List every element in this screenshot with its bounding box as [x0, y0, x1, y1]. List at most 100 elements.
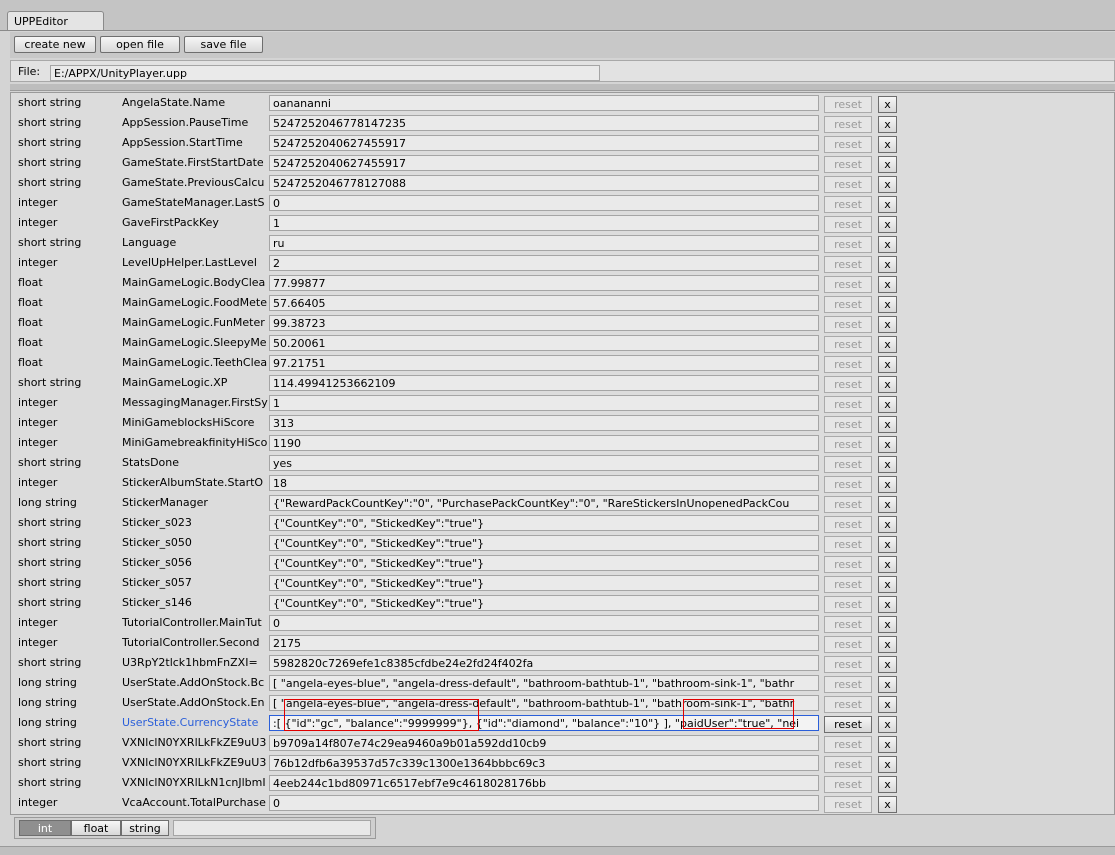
- row-value-input[interactable]: 5982820c7269efe1c8385cfdbe24e2fd24f402fa: [269, 655, 819, 671]
- row-value-input[interactable]: 0: [269, 795, 819, 811]
- create-new-button[interactable]: create new: [14, 36, 96, 53]
- reset-button[interactable]: reset: [824, 256, 872, 273]
- reset-button[interactable]: reset: [824, 656, 872, 673]
- delete-button[interactable]: x: [878, 616, 897, 633]
- reset-button[interactable]: reset: [824, 96, 872, 113]
- delete-button[interactable]: x: [878, 696, 897, 713]
- new-key-input[interactable]: [173, 820, 371, 836]
- row-value-input[interactable]: 313: [269, 415, 819, 431]
- row-value-input[interactable]: 5247252046778147235: [269, 115, 819, 131]
- row-value-input[interactable]: {"CountKey":"0", "StickedKey":"true"}: [269, 515, 819, 531]
- open-file-button[interactable]: open file: [100, 36, 180, 53]
- horizontal-scrollbar[interactable]: [10, 84, 1115, 91]
- reset-button[interactable]: reset: [824, 216, 872, 233]
- reset-button[interactable]: reset: [824, 156, 872, 173]
- delete-button[interactable]: x: [878, 456, 897, 473]
- delete-button[interactable]: x: [878, 276, 897, 293]
- row-value-input[interactable]: 1190: [269, 435, 819, 451]
- delete-button[interactable]: x: [878, 496, 897, 513]
- delete-button[interactable]: x: [878, 716, 897, 733]
- row-value-input[interactable]: 77.99877: [269, 275, 819, 291]
- type-option-string[interactable]: string: [121, 820, 169, 836]
- row-value-input[interactable]: {"CountKey":"0", "StickedKey":"true"}: [269, 555, 819, 571]
- row-value-input[interactable]: 2: [269, 255, 819, 271]
- reset-button[interactable]: reset: [824, 776, 872, 793]
- delete-button[interactable]: x: [878, 296, 897, 313]
- row-value-input[interactable]: oanananni: [269, 95, 819, 111]
- delete-button[interactable]: x: [878, 396, 897, 413]
- row-value-input[interactable]: 97.21751: [269, 355, 819, 371]
- delete-button[interactable]: x: [878, 576, 897, 593]
- delete-button[interactable]: x: [878, 796, 897, 813]
- reset-button[interactable]: reset: [824, 476, 872, 493]
- row-value-input[interactable]: 0: [269, 195, 819, 211]
- delete-button[interactable]: x: [878, 556, 897, 573]
- delete-button[interactable]: x: [878, 656, 897, 673]
- row-value-input[interactable]: 5247252040627455917: [269, 135, 819, 151]
- reset-button[interactable]: reset: [824, 136, 872, 153]
- reset-button[interactable]: reset: [824, 116, 872, 133]
- reset-button[interactable]: reset: [824, 536, 872, 553]
- type-option-float[interactable]: float: [71, 820, 121, 836]
- row-value-input[interactable]: 76b12dfb6a39537d57c339c1300e1364bbbc69c3: [269, 755, 819, 771]
- delete-button[interactable]: x: [878, 116, 897, 133]
- reset-button[interactable]: reset: [824, 676, 872, 693]
- reset-button[interactable]: reset: [824, 716, 872, 733]
- delete-button[interactable]: x: [878, 776, 897, 793]
- delete-button[interactable]: x: [878, 196, 897, 213]
- reset-button[interactable]: reset: [824, 176, 872, 193]
- row-value-input[interactable]: 114.49941253662109: [269, 375, 819, 391]
- delete-button[interactable]: x: [878, 336, 897, 353]
- delete-button[interactable]: x: [878, 756, 897, 773]
- delete-button[interactable]: x: [878, 416, 897, 433]
- reset-button[interactable]: reset: [824, 756, 872, 773]
- reset-button[interactable]: reset: [824, 436, 872, 453]
- delete-button[interactable]: x: [878, 176, 897, 193]
- row-value-input[interactable]: 0: [269, 615, 819, 631]
- row-value-input[interactable]: {"CountKey":"0", "StickedKey":"true"}: [269, 595, 819, 611]
- delete-button[interactable]: x: [878, 136, 897, 153]
- reset-button[interactable]: reset: [824, 456, 872, 473]
- row-value-input[interactable]: {"RewardPackCountKey":"0", "PurchasePack…: [269, 495, 819, 511]
- reset-button[interactable]: reset: [824, 596, 872, 613]
- reset-button[interactable]: reset: [824, 316, 872, 333]
- reset-button[interactable]: reset: [824, 196, 872, 213]
- delete-button[interactable]: x: [878, 736, 897, 753]
- delete-button[interactable]: x: [878, 316, 897, 333]
- reset-button[interactable]: reset: [824, 276, 872, 293]
- row-value-input[interactable]: {"CountKey":"0", "StickedKey":"true"}: [269, 575, 819, 591]
- delete-button[interactable]: x: [878, 476, 897, 493]
- row-value-input[interactable]: 99.38723: [269, 315, 819, 331]
- reset-button[interactable]: reset: [824, 556, 872, 573]
- reset-button[interactable]: reset: [824, 236, 872, 253]
- delete-button[interactable]: x: [878, 96, 897, 113]
- reset-button[interactable]: reset: [824, 736, 872, 753]
- reset-button[interactable]: reset: [824, 356, 872, 373]
- row-value-input[interactable]: 5247252040627455917: [269, 155, 819, 171]
- delete-button[interactable]: x: [878, 636, 897, 653]
- reset-button[interactable]: reset: [824, 416, 872, 433]
- row-value-input[interactable]: 18: [269, 475, 819, 491]
- reset-button[interactable]: reset: [824, 336, 872, 353]
- delete-button[interactable]: x: [878, 356, 897, 373]
- reset-button[interactable]: reset: [824, 296, 872, 313]
- row-value-input[interactable]: b9709a14f807e74c29ea9460a9b01a592dd10cb9: [269, 735, 819, 751]
- delete-button[interactable]: x: [878, 256, 897, 273]
- reset-button[interactable]: reset: [824, 796, 872, 813]
- reset-button[interactable]: reset: [824, 496, 872, 513]
- reset-button[interactable]: reset: [824, 396, 872, 413]
- row-value-input[interactable]: 5247252046778127088: [269, 175, 819, 191]
- reset-button[interactable]: reset: [824, 616, 872, 633]
- delete-button[interactable]: x: [878, 236, 897, 253]
- delete-button[interactable]: x: [878, 516, 897, 533]
- delete-button[interactable]: x: [878, 156, 897, 173]
- row-value-input[interactable]: 4eeb244c1bd80971c6517ebf7e9c4618028176bb: [269, 775, 819, 791]
- type-option-int[interactable]: int: [19, 820, 71, 836]
- row-value-input[interactable]: 1: [269, 215, 819, 231]
- reset-button[interactable]: reset: [824, 696, 872, 713]
- reset-button[interactable]: reset: [824, 516, 872, 533]
- row-value-input[interactable]: 1: [269, 395, 819, 411]
- reset-button[interactable]: reset: [824, 576, 872, 593]
- row-value-input[interactable]: {"CountKey":"0", "StickedKey":"true"}: [269, 535, 819, 551]
- delete-button[interactable]: x: [878, 216, 897, 233]
